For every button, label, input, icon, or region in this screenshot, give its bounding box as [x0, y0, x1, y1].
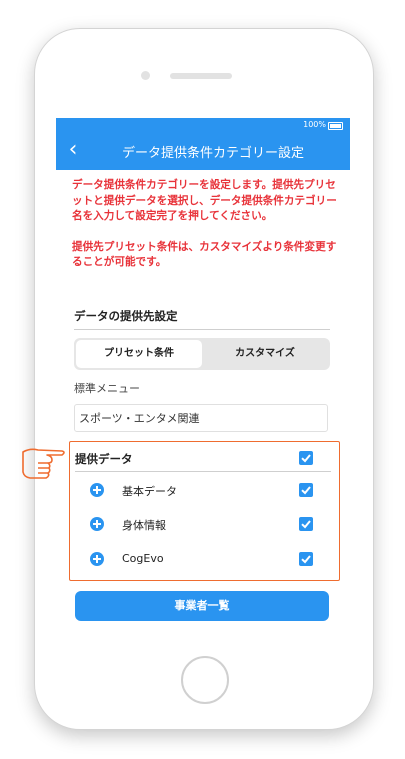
provided-data-header: 提供データ — [75, 448, 325, 470]
status-bar: 100% — [56, 118, 350, 132]
item-checkbox[interactable] — [299, 517, 313, 531]
list-item-label: 身体情報 — [122, 519, 166, 532]
standard-menu-label: 標準メニュー — [74, 382, 140, 395]
segment-preset[interactable]: プリセット条件 — [76, 340, 202, 368]
nav-bar: ‹ データ提供条件カテゴリー設定 — [56, 132, 350, 170]
list-item: 基本データ — [90, 480, 326, 500]
segmented-control: プリセット条件 カスタマイズ — [74, 338, 330, 370]
instruction-text: データ提供条件カテゴリーを設定します。提供先プリセットと提供データを選択し、デー… — [72, 178, 338, 271]
plus-circle-icon[interactable] — [90, 517, 104, 531]
instruction-paragraph-2: 提供先プリセット条件は、カスタマイズより条件変更することが可能です。 — [72, 240, 337, 269]
camera-dot — [141, 71, 150, 80]
provided-data-checkbox[interactable] — [299, 451, 313, 465]
section-divider — [74, 329, 330, 330]
business-list-button[interactable]: 事業者一覧 — [75, 591, 329, 621]
provided-data-title: 提供データ — [75, 452, 133, 466]
segment-customize[interactable]: カスタマイズ — [202, 340, 328, 368]
instruction-paragraph-1: データ提供条件カテゴリーを設定します。提供先プリセットと提供データを選択し、デー… — [72, 179, 337, 222]
plus-circle-icon[interactable] — [90, 552, 104, 566]
battery-icon — [328, 122, 343, 130]
list-item: CogEvo — [90, 549, 326, 569]
provided-data-divider — [75, 471, 331, 472]
pointing-hand-icon — [22, 448, 65, 479]
home-button[interactable] — [181, 656, 229, 704]
standard-menu-select[interactable]: スポーツ・エンタメ関連 — [74, 404, 328, 432]
destination-section-title: データの提供先設定 — [74, 309, 178, 323]
back-chevron-icon[interactable]: ‹ — [62, 138, 84, 162]
list-item-label: CogEvo — [122, 552, 164, 565]
page-title: データ提供条件カテゴリー設定 — [121, 146, 304, 161]
plus-circle-icon[interactable] — [90, 483, 104, 497]
speaker-slot — [170, 73, 232, 79]
item-checkbox[interactable] — [299, 552, 313, 566]
item-checkbox[interactable] — [299, 483, 313, 497]
battery-percentage: 100% — [303, 120, 326, 129]
list-item-label: 基本データ — [122, 485, 177, 498]
list-item: 身体情報 — [90, 514, 326, 534]
